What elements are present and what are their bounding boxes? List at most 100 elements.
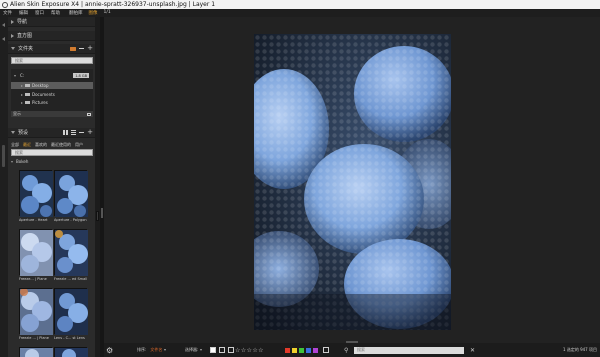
filter-all[interactable]: 全部 — [11, 142, 19, 148]
presets-title: 预设 — [18, 130, 29, 136]
chevron-down-icon — [200, 349, 203, 351]
preset-group-bokeh[interactable]: Bokeh — [11, 158, 93, 165]
yellow-label-swatch[interactable] — [292, 347, 297, 353]
sort-label: 排序: — [137, 347, 147, 352]
tree-item-label: Pictures — [32, 100, 48, 105]
search-icon[interactable]: ⚲ — [344, 347, 348, 354]
add-icon[interactable]: + — [87, 129, 93, 136]
preset-thumb-label: Aperture - Polygon — [54, 218, 87, 222]
flag-reject-icon[interactable] — [219, 347, 225, 353]
scrollbar-thumb[interactable] — [96, 211, 99, 221]
blue-label-swatch[interactable] — [306, 347, 311, 353]
preset-thumb-label: Freeze... | Plane — [19, 277, 47, 281]
filter-recent[interactable]: 最近 — [23, 142, 31, 148]
divider-handle[interactable] — [101, 208, 103, 218]
expand-icon — [21, 101, 23, 104]
view-tabs: 翻拍库 图像 1/1 — [66, 10, 114, 16]
menu-window[interactable]: 窗口 — [35, 10, 44, 16]
flag-filters — [210, 347, 234, 353]
clear-search-icon[interactable]: ✕ — [470, 347, 475, 354]
tab-image[interactable]: 图像 — [89, 10, 98, 16]
purple-label-swatch[interactable] — [313, 347, 318, 353]
menu-bar: 文件 编辑 窗口 帮助 翻拍库 图像 1/1 — [0, 9, 600, 17]
gear-icon[interactable]: ⚙ — [106, 346, 113, 354]
tab-page-count[interactable]: 1/1 — [104, 10, 111, 16]
status-bar: ⚙ 排序: 文件名 选择器: ☆☆☆☆☆ ⚲ 搜索 ✕ 1 选定的 947 项目 — [104, 343, 600, 357]
add-folder-icon[interactable] — [70, 46, 77, 51]
tree-item-pictures[interactable]: Pictures — [11, 99, 93, 106]
filter-favorites[interactable]: 喜欢的 — [35, 142, 47, 148]
folders-section-header[interactable]: 文件夹 + — [8, 44, 95, 54]
show-label: 显示 — [13, 111, 21, 116]
chevron-down-icon — [164, 349, 167, 351]
selection-control[interactable]: 选择器: — [185, 347, 203, 353]
main-photo[interactable] — [254, 34, 451, 330]
tree-item-documents[interactable]: Documents — [11, 91, 93, 98]
remove-icon[interactable] — [79, 132, 85, 133]
status-search-input[interactable]: 搜索 — [354, 346, 464, 354]
expand-icon — [14, 74, 16, 77]
histogram-title: 直方图 — [17, 33, 33, 39]
list-view-icon[interactable] — [71, 130, 77, 135]
preset-group-label: Bokeh — [16, 159, 29, 164]
sort-control[interactable]: 排序: 文件名 — [137, 347, 167, 353]
folder-icon — [25, 92, 30, 97]
preset-thumb[interactable] — [54, 170, 88, 217]
tab-library[interactable]: 翻拍库 — [69, 10, 83, 16]
star-rating-filter[interactable]: ☆☆☆☆☆ — [235, 347, 264, 354]
preset-thumb[interactable] — [19, 170, 53, 217]
green-label-swatch[interactable] — [299, 347, 304, 353]
nav-title: 导航 — [17, 19, 28, 25]
expand-icon — [11, 33, 14, 38]
color-label-filters — [285, 347, 329, 353]
preset-search-input[interactable]: 搜索 — [11, 149, 93, 156]
filter-recently-used[interactable]: 最近使用的 — [51, 142, 71, 148]
menu-help[interactable]: 帮助 — [51, 10, 60, 16]
sort-value: 文件名 — [150, 347, 163, 352]
collapse-nav-arrow-icon[interactable] — [2, 23, 5, 27]
folder-show-row[interactable]: 显示 — [11, 111, 93, 117]
menu-edit[interactable]: 编辑 — [19, 10, 28, 16]
clear-labels-icon[interactable] — [323, 347, 329, 353]
collapse-icon — [11, 47, 15, 50]
preset-thumb-label: Lens - C... st Lens — [54, 336, 85, 340]
histogram-section-header[interactable]: 直方图 — [8, 31, 95, 41]
app-logo-icon — [2, 1, 8, 8]
nav-section-header[interactable]: 导航 — [8, 17, 95, 27]
red-label-swatch[interactable] — [285, 347, 290, 353]
flag-pick-icon[interactable] — [210, 347, 216, 353]
collapse-hist-arrow-icon[interactable] — [2, 37, 5, 41]
expand-icon — [21, 93, 23, 96]
folder-icon — [25, 83, 30, 88]
preset-thumb-label: Freezie ... | Plane — [19, 336, 49, 340]
preset-thumb[interactable] — [19, 288, 53, 335]
presets-section-header[interactable]: 预设 + — [8, 128, 95, 138]
panel-resize-handle[interactable] — [2, 145, 5, 167]
preset-thumb[interactable] — [54, 288, 88, 335]
flag-unflag-icon[interactable] — [228, 347, 234, 353]
preset-thumb[interactable] — [19, 229, 53, 276]
add-icon[interactable]: + — [87, 45, 93, 52]
tree-item-desktop[interactable]: Desktop — [11, 82, 93, 89]
preset-thumb[interactable] — [54, 229, 88, 276]
remove-icon[interactable] — [79, 48, 85, 49]
tree-item-label: Documents — [32, 92, 55, 97]
preset-thumb[interactable] — [54, 347, 88, 357]
grid-view-icon[interactable] — [63, 130, 69, 135]
tree-item-label: Desktop — [32, 83, 49, 88]
folder-search-input[interactable]: 搜索 — [11, 57, 93, 64]
expand-icon — [11, 19, 14, 24]
preset-thumb-label: Aperture - Heart — [19, 218, 48, 222]
collapse-icon — [11, 131, 15, 134]
preset-thumbnails: Aperture - Heart Aperture - Polygon Free… — [10, 170, 88, 357]
collapse-icon — [11, 160, 13, 163]
window-icon[interactable] — [87, 112, 91, 116]
menu-file[interactable]: 文件 — [3, 10, 12, 16]
selection-label: 选择器: — [185, 347, 199, 352]
drive-label: C: — [20, 73, 25, 78]
drive-row[interactable]: C: 1.8 GB — [11, 72, 93, 79]
folder-tree: C: 1.8 GB Desktop Documents Pictures — [11, 69, 93, 113]
preset-thumb[interactable] — [19, 347, 53, 357]
filter-user[interactable]: 用户 — [75, 142, 83, 148]
left-panel-strip — [0, 17, 8, 357]
